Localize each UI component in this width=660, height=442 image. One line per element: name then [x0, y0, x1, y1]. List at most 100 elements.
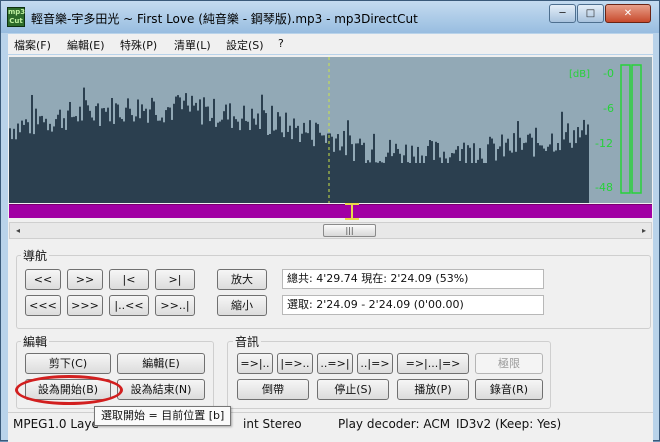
waveform-bar [109, 121, 111, 203]
waveform-bar [467, 145, 469, 203]
set-start-tooltip: 選取開始 = 目前位置 [b] [94, 406, 232, 426]
close-button[interactable]: ✕ [605, 4, 651, 23]
minimize-button[interactable]: ─ [549, 4, 576, 23]
app-icon[interactable]: mp3 Cut [7, 7, 25, 27]
waveform-bar [249, 130, 251, 203]
nav-prev-button[interactable]: << [25, 269, 61, 290]
record-button[interactable]: 錄音(R) [475, 379, 543, 400]
waveform-bar [125, 107, 127, 203]
waveform-bar [297, 125, 299, 203]
zoom-out-button[interactable]: 縮小 [217, 295, 267, 316]
maximize-button[interactable]: □ [577, 4, 604, 23]
waveform-bar [141, 104, 143, 203]
waveform-bar [111, 97, 113, 203]
nav-next-button[interactable]: >> [67, 269, 103, 290]
waveform-bar [423, 163, 425, 203]
waveform-bar [541, 145, 543, 203]
waveform-bar [101, 108, 103, 203]
rewind-button[interactable]: 倒帶 [237, 379, 309, 400]
nav-fast-next-button[interactable]: >>> [67, 295, 103, 316]
waveform-bar [281, 132, 283, 203]
waveform-bar [357, 143, 359, 203]
scroll-left-icon[interactable]: ◂ [11, 223, 25, 238]
status-channel: int Stereo [243, 417, 302, 431]
audio-play-to-start-button[interactable]: =>|.. [237, 353, 273, 374]
audio-play-from-start-button[interactable]: |=>.. [277, 353, 313, 374]
edit-button[interactable]: 編輯(E) [117, 353, 205, 374]
waveform-bar [465, 163, 467, 203]
waveform-bar [561, 111, 563, 203]
waveform-bar [51, 131, 53, 203]
waveform-bar [411, 145, 413, 203]
waveform-bar [85, 100, 87, 203]
navigation-label: 導航 [21, 247, 50, 264]
waveform-bar [391, 156, 393, 203]
waveform-bar [253, 118, 255, 203]
scroll-right-icon[interactable]: ▸ [637, 223, 651, 238]
menu-edit[interactable]: 編輯(E) [67, 37, 105, 53]
waveform-bar [69, 101, 71, 203]
app-window: mp3 Cut 輕音樂-宇多田光 ~ First Love (純音樂 - 鋼琴版… [0, 0, 660, 442]
waveform-bar [421, 155, 423, 203]
waveform-bar [563, 139, 565, 203]
waveform-bar [511, 152, 513, 203]
menu-list[interactable]: 清單(L) [174, 37, 211, 53]
waveform-bar [53, 126, 55, 203]
waveform-bar [171, 119, 173, 203]
waveform-bar [81, 120, 83, 203]
waveform-display[interactable]: [dB] -0 -6 -12 -48 [9, 57, 652, 203]
waveform-bar [383, 162, 385, 203]
menu-help[interactable]: ? [278, 37, 284, 50]
menu-settings[interactable]: 設定(S) [226, 37, 264, 53]
waveform-bar [129, 108, 131, 203]
waveform-bar [395, 143, 397, 203]
waveform-bar [247, 121, 249, 203]
waveform-bar [525, 142, 527, 203]
menu-special[interactable]: 特殊(P) [120, 37, 157, 53]
stop-button[interactable]: 停止(S) [317, 379, 389, 400]
waveform-bar [209, 121, 211, 203]
waveform-bar [15, 139, 17, 203]
menu-file[interactable]: 檔案(F) [14, 37, 51, 53]
waveform-bar [213, 98, 215, 203]
waveform-bar [567, 123, 569, 203]
nav-start-button[interactable]: |< [109, 269, 149, 290]
waveform-bar [435, 141, 437, 203]
selection-marker-icon[interactable] [342, 203, 362, 221]
waveform-bar [57, 114, 59, 203]
waveform-bar [305, 132, 307, 203]
scroll-thumb[interactable]: ||| [323, 224, 376, 237]
waveform-bar [343, 130, 345, 203]
waveform-bar [473, 143, 475, 203]
waveform-bar [167, 107, 169, 203]
audio-play-both-button[interactable]: =>|...|=> [397, 353, 469, 374]
waveform-bar [59, 109, 61, 203]
waveform-bar [193, 105, 195, 203]
waveform-bar [583, 119, 585, 203]
waveform-bar [455, 149, 457, 203]
cut-button[interactable]: 剪下(C) [25, 353, 111, 374]
waveform-bar [517, 121, 519, 203]
waveform-bar [323, 135, 325, 203]
nav-fast-prev-button[interactable]: <<< [25, 295, 61, 316]
waveform-bar [531, 137, 533, 203]
waveform-bar [453, 153, 455, 203]
waveform-bar [407, 162, 409, 203]
horizontal-scrollbar[interactable]: ◂ ||| ▸ [9, 222, 652, 239]
nav-sel-start-button[interactable]: |..<< [109, 295, 149, 316]
waveform-bar [267, 134, 269, 203]
set-end-button[interactable]: 設為結束(N) [117, 379, 205, 400]
zoom-in-button[interactable]: 放大 [217, 269, 267, 290]
selection-bar[interactable] [9, 203, 652, 221]
title-bar[interactable]: mp3 Cut 輕音樂-宇多田光 ~ First Love (純音樂 - 鋼琴版… [1, 1, 659, 33]
waveform-bar [425, 156, 427, 203]
limit-button[interactable]: 極限 [475, 353, 543, 374]
audio-play-from-end-button[interactable]: ..|=> [357, 353, 393, 374]
nav-end-button[interactable]: >| [155, 269, 195, 290]
waveform-bar [491, 138, 493, 203]
audio-play-to-end-button[interactable]: ..=>| [317, 353, 353, 374]
waveform-bar [469, 147, 471, 203]
nav-sel-end-button[interactable]: >>..| [155, 295, 195, 316]
play-button[interactable]: 播放(P) [397, 379, 469, 400]
waveform-bar [335, 138, 337, 203]
